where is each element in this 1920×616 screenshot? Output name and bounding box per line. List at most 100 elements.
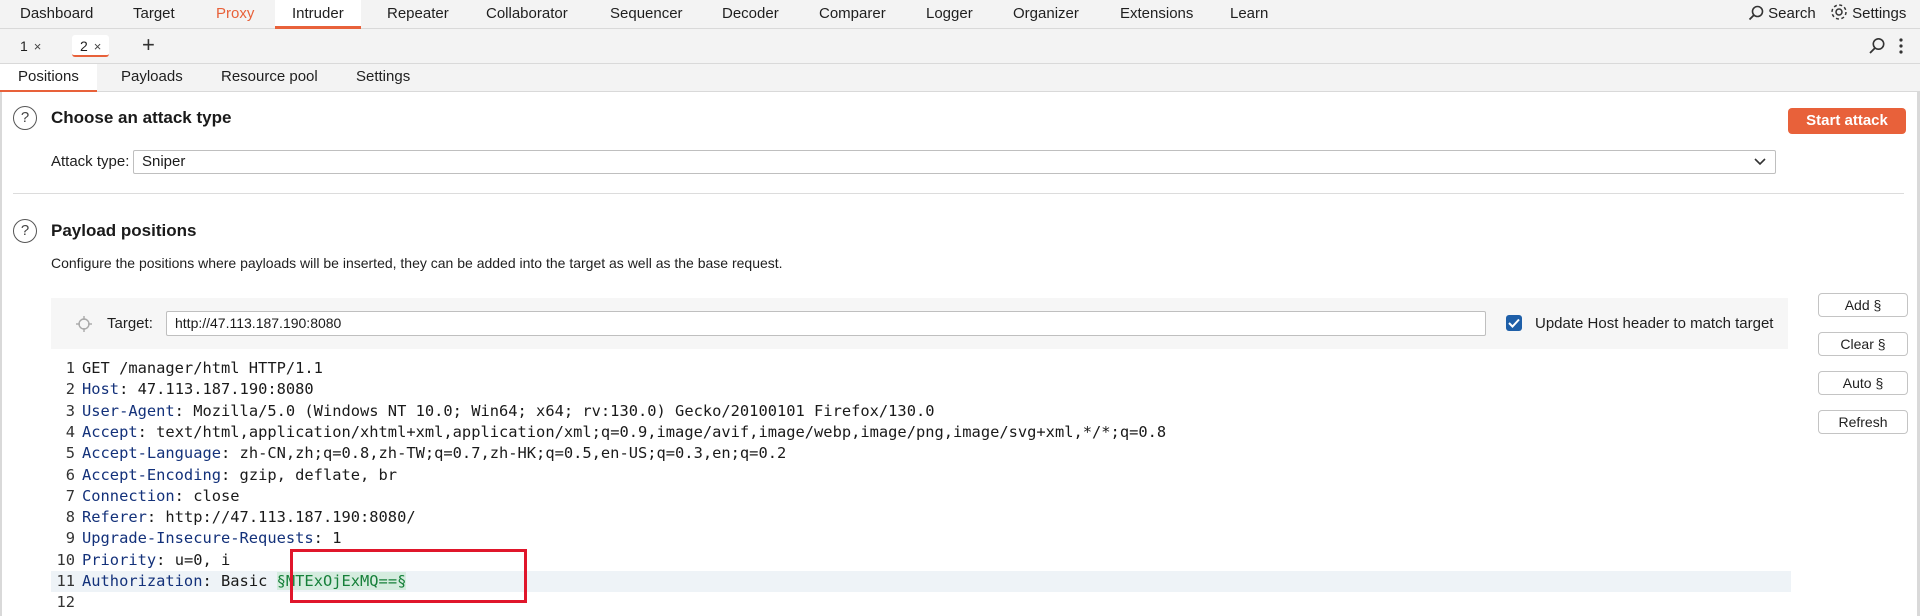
tab-repeater[interactable]: Repeater (387, 0, 449, 29)
chevron-down-icon (1754, 158, 1766, 166)
header-value: 47.113.187.190:8080 (137, 380, 314, 399)
line-number: 3 (65, 401, 75, 420)
search-icon[interactable] (1868, 37, 1886, 55)
line-number: 5 (65, 444, 75, 463)
header-name: Host (82, 380, 120, 399)
start-attack-button[interactable]: Start attack (1788, 108, 1906, 134)
header-separator: : (221, 444, 240, 463)
tab-sequencer[interactable]: Sequencer (610, 0, 683, 29)
request-tab-2[interactable]: 2 × (72, 35, 110, 57)
attack-type-heading: Choose an attack type (51, 108, 232, 127)
highlight-box (290, 549, 527, 603)
auto-marker-button[interactable]: Auto § (1818, 371, 1908, 395)
target-label: Target: (107, 315, 153, 332)
line-number: 4 (65, 422, 75, 441)
request-tab-label: 1 (20, 38, 28, 54)
header-name: Accept (82, 422, 138, 441)
help-icon[interactable]: ? (13, 219, 37, 243)
tab-proxy[interactable]: Proxy (216, 0, 254, 29)
header-name: Connection (82, 486, 175, 505)
attack-type-select[interactable]: Sniper (133, 150, 1776, 174)
header-value: Basic (221, 572, 277, 590)
tab-logger[interactable]: Logger (926, 0, 973, 29)
header-separator: : (137, 422, 157, 441)
help-icon[interactable]: ? (13, 106, 37, 130)
more-options-icon[interactable] (1898, 37, 1904, 55)
header-separator: : (202, 572, 222, 590)
header-name: Referer (82, 508, 147, 527)
tab-payloads[interactable]: Payloads (121, 64, 183, 92)
line-number: 10 (56, 550, 75, 569)
line-number: 8 (65, 508, 75, 527)
tab-dashboard[interactable]: Dashboard (20, 0, 93, 29)
request-line: 2 Host: 47.113.187.190:8080 (51, 379, 1791, 400)
payload-positions-description: Configure the positions where payloads w… (51, 255, 783, 271)
add-tab-button[interactable]: + (142, 32, 155, 58)
target-input[interactable]: http://47.113.187.190:8080 (166, 311, 1486, 336)
line-number: 2 (65, 380, 75, 399)
header-name: User-Agent (82, 401, 175, 420)
header-separator: : (146, 508, 166, 527)
crosshair-icon (76, 316, 92, 332)
gear-icon (1831, 4, 1847, 20)
settings-button[interactable]: Settings (1830, 0, 1906, 29)
add-marker-button[interactable]: Add § (1818, 293, 1908, 317)
header-value: 1 (332, 529, 342, 548)
close-icon[interactable]: × (94, 39, 102, 54)
update-host-label: Update Host header to match target (1535, 315, 1774, 332)
tab-extensions[interactable]: Extensions (1120, 0, 1193, 29)
tab-intruder[interactable]: Intruder (275, 0, 361, 29)
header-value: http://47.113.187.190:8080/ (165, 508, 416, 527)
close-icon[interactable]: × (34, 39, 42, 54)
attack-type-value: Sniper (142, 153, 186, 170)
header-value: Mozilla/5.0 (Windows NT 10.0; Win64; x64… (193, 401, 935, 420)
refresh-button[interactable]: Refresh (1818, 410, 1908, 434)
header-separator: : (119, 380, 138, 399)
line-number: 11 (56, 572, 75, 590)
search-button[interactable]: Search (1748, 0, 1816, 29)
search-icon (1748, 5, 1764, 21)
tab-learn[interactable]: Learn (1230, 0, 1268, 29)
line-number: 6 (65, 465, 75, 484)
payload-positions-heading: Payload positions (51, 221, 197, 240)
request-tabs: 1 × 2 × + (0, 29, 1920, 64)
line-number: 1 (65, 359, 75, 377)
tab-target[interactable]: Target (133, 0, 175, 29)
tab-collaborator[interactable]: Collaborator (486, 0, 568, 29)
section-tabs: Positions Payloads Resource pool Setting… (0, 64, 1920, 92)
attack-type-label: Attack type: (51, 153, 130, 170)
request-tab-1[interactable]: 1 × (12, 35, 49, 57)
header-separator: : (313, 529, 333, 548)
tab-decoder[interactable]: Decoder (722, 0, 779, 29)
header-value: zh-CN,zh;q=0.8,zh-TW;q=0.7,zh-HK;q=0.5,e… (239, 444, 787, 463)
section-divider (13, 193, 1904, 194)
header-separator: : (221, 465, 240, 484)
line-number: 7 (65, 486, 75, 505)
header-value: GET /manager/html HTTP/1.1 (82, 359, 323, 377)
header-name: Accept-Language (82, 444, 221, 463)
header-value: gzip, deflate, br (239, 465, 398, 484)
header-name: Authorization (82, 572, 203, 590)
settings-label: Settings (1852, 5, 1907, 22)
clear-marker-button[interactable]: Clear § (1818, 332, 1908, 356)
left-border (0, 92, 2, 616)
header-name: Accept-Encoding (82, 465, 221, 484)
request-line: 1 GET /manager/html HTTP/1.1 (51, 358, 1791, 379)
tab-settings[interactable]: Settings (356, 64, 410, 92)
request-line: 6 Accept-Encoding: gzip, deflate, br (51, 465, 1791, 486)
tab-organizer[interactable]: Organizer (1013, 0, 1079, 29)
request-line: 3 User-Agent: Mozilla/5.0 (Windows NT 10.… (51, 401, 1791, 422)
line-number: 9 (65, 529, 75, 548)
header-separator: : (156, 550, 175, 569)
tab-resource-pool[interactable]: Resource pool (221, 64, 318, 92)
request-line: 5 Accept-Language: zh-CN,zh;q=0.8,zh-TW;q… (51, 443, 1791, 464)
header-name: Upgrade-Insecure-Requests (82, 529, 314, 548)
request-line: 4 Accept: text/html,application/xhtml+xml… (51, 422, 1791, 443)
request-tab-label: 2 (80, 38, 88, 54)
header-value: u=0, i (174, 550, 231, 569)
request-line: 8 Referer: http://47.113.187.190:8080/ (51, 507, 1791, 528)
update-host-checkbox[interactable] (1506, 315, 1522, 331)
tab-positions[interactable]: Positions (0, 64, 97, 92)
tab-comparer[interactable]: Comparer (819, 0, 886, 29)
header-separator: : (174, 486, 194, 505)
